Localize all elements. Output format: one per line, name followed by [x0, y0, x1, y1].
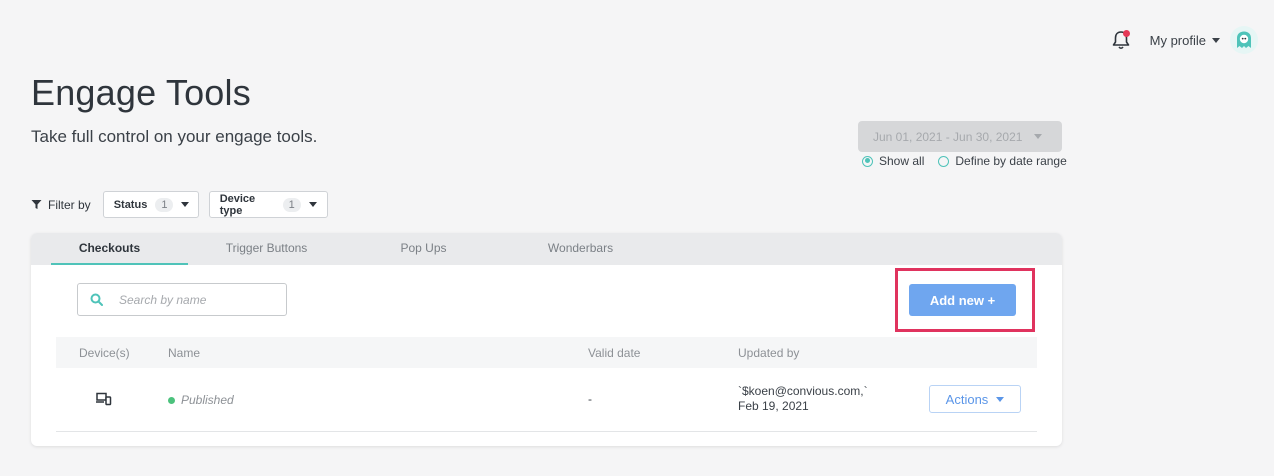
search-icon [90, 293, 103, 306]
radio-show-all[interactable]: Show all [862, 154, 924, 168]
chevron-down-icon [308, 202, 317, 207]
date-range-picker[interactable]: Jun 01, 2021 - Jun 30, 2021 [858, 121, 1062, 152]
devices-icon [96, 392, 112, 409]
chevron-down-icon [996, 396, 1005, 402]
tab-wonderbars[interactable]: Wonderbars [502, 233, 659, 265]
status-dot [168, 396, 175, 404]
column-header-name: Name [168, 346, 201, 360]
radio-label: Define by date range [955, 154, 1067, 168]
top-bar: My profile [1110, 26, 1258, 54]
column-header-devices: Device(s) [79, 346, 130, 360]
table-row[interactable]: Published - `$koen@convious.com,` Feb 19… [56, 368, 1037, 432]
updated-by-cell: `$koen@convious.com,` Feb 19, 2021 [738, 384, 868, 414]
filter-count-badge: 1 [282, 197, 301, 212]
valid-date-cell: - [588, 392, 592, 406]
actions-label: Actions [945, 391, 989, 407]
profile-menu[interactable]: My profile [1150, 33, 1220, 48]
radio-unselected-icon [938, 155, 950, 167]
funnel-icon [31, 200, 42, 209]
column-header-updated-by: Updated by [738, 346, 800, 360]
filter-name: Status [113, 198, 148, 211]
avatar[interactable] [1230, 26, 1258, 54]
status-text: Published [181, 393, 234, 407]
page-title: Engage Tools [31, 72, 251, 113]
column-header-valid-date: Valid date [588, 346, 641, 360]
device-type-filter-dropdown[interactable]: Device type 1 [208, 191, 328, 218]
date-range-value: Jun 01, 2021 - Jun 30, 2021 [873, 129, 1023, 144]
filter-name: Device type [219, 192, 256, 217]
tab-trigger-buttons[interactable]: Trigger Buttons [188, 233, 345, 265]
ghost-avatar-icon [1237, 31, 1251, 48]
date-mode-radios: Show all Define by date range [862, 154, 1067, 168]
updated-by-email: `$koen@convious.com,` [738, 384, 868, 398]
profile-label: My profile [1149, 32, 1206, 48]
radio-label: Show all [879, 154, 925, 168]
table-header: Device(s) Name Valid date Updated by [56, 337, 1037, 368]
radio-selected-icon [862, 155, 873, 167]
radio-define-range[interactable]: Define by date range [938, 154, 1067, 168]
page-subtitle: Take full control on your engage tools. [31, 127, 318, 146]
bell-icon[interactable] [1110, 29, 1132, 51]
notification-dot [1122, 30, 1130, 37]
chevron-down-icon [1034, 134, 1043, 139]
filter-label: Filter by [31, 198, 91, 212]
tab-checkouts[interactable]: Checkouts [31, 233, 188, 265]
filter-bar: Filter by Status 1 Device type 1 [31, 191, 328, 218]
filter-label-text: Filter by [48, 197, 91, 212]
tab-pop-ups[interactable]: Pop Ups [345, 233, 502, 265]
search-input[interactable] [117, 291, 267, 308]
actions-dropdown[interactable]: Actions [929, 385, 1021, 413]
chevron-down-icon [181, 202, 190, 207]
tab-bar: Checkouts Trigger Buttons Pop Ups Wonder… [31, 233, 1062, 265]
chevron-down-icon [1212, 37, 1220, 43]
search-box [77, 283, 287, 316]
updated-by-date: Feb 19, 2021 [738, 399, 809, 413]
filter-count-badge: 1 [155, 197, 174, 212]
add-new-button[interactable]: Add new + [909, 284, 1016, 316]
status-filter-dropdown[interactable]: Status 1 [102, 191, 199, 218]
status-badge: Published [168, 393, 234, 407]
engage-tools-card: Checkouts Trigger Buttons Pop Ups Wonder… [31, 233, 1062, 446]
